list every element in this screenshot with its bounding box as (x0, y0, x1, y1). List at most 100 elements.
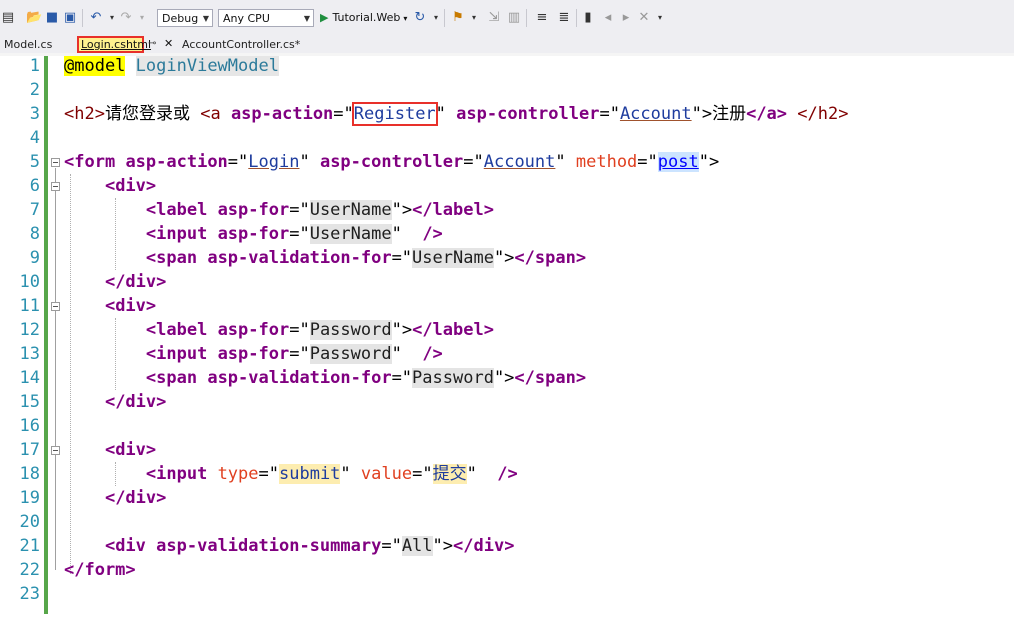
span-close-tag: </span> (514, 248, 587, 268)
code-line-11: <div> (64, 294, 156, 318)
div-close-tag: </div> (104, 392, 167, 412)
start-target-label: Tutorial.Web (332, 11, 401, 24)
code-line-3: <h2>请您登录或 <a asp-action="Register" asp-c… (64, 102, 849, 126)
redo-icon[interactable]: ↷ (118, 10, 134, 26)
next-bookmark-icon[interactable]: ▸ (618, 10, 634, 26)
uncomment-icon[interactable]: ≣ (556, 10, 572, 26)
username-value: UserName (309, 224, 392, 244)
tab-label: Model.cs (4, 38, 53, 51)
comment-icon[interactable]: ≡ (534, 10, 550, 26)
label-open-tag: <label (145, 200, 208, 220)
attr-method: method (575, 152, 638, 172)
login-action-value: Login (248, 152, 300, 172)
a-open-tag: <a (200, 104, 221, 124)
attr-asp-validation-summary: asp-validation-summary (156, 536, 382, 556)
code-line-21: <div asp-validation-summary="All"></div> (104, 536, 515, 556)
line-number: 15 (19, 392, 40, 412)
div-close-tag: </div> (104, 488, 167, 508)
attr-asp-for: asp-for (217, 320, 290, 340)
new-project-icon[interactable]: ▤ (0, 10, 16, 26)
redo-dropdown-icon[interactable]: ▾ (134, 10, 150, 26)
save-all-icon[interactable]: ▣ (62, 10, 78, 26)
collapse-div-icon[interactable] (51, 446, 60, 455)
browser-link-icon[interactable]: ⚑ (450, 10, 466, 26)
username-value: UserName (309, 200, 392, 220)
collapse-form-icon[interactable] (51, 158, 60, 167)
collapse-div-icon[interactable] (51, 302, 60, 311)
bookmark-icon[interactable]: ▮ (580, 10, 596, 26)
play-icon: ▶ (320, 11, 329, 24)
attr-asp-action: asp-action (125, 152, 228, 172)
span-open-tag: <span (145, 368, 198, 388)
platform-select[interactable]: Any CPU ▼ (218, 9, 314, 27)
input-open-tag: <input (145, 344, 208, 364)
toolbar-separator (576, 9, 577, 27)
tab-login-cshtml[interactable]: Login.cshtml (77, 36, 151, 53)
step-icon[interactable]: ⇲ (486, 10, 502, 26)
toolbar-overflow-icon[interactable]: ▾ (652, 10, 668, 26)
account-controller-value: Account (619, 104, 692, 124)
attr-asp-for: asp-for (217, 224, 290, 244)
tab-model-cs[interactable]: Model.cs (0, 36, 56, 53)
code-line-9: <span asp-validation-for="UserName"></sp… (145, 248, 587, 268)
line-number: 10 (19, 272, 40, 292)
code-line-15: </div> (64, 390, 166, 414)
tab-account-controller[interactable]: AccountController.cs* (178, 36, 305, 53)
line-number-gutter: 1 2 3 4 5 6 7 8 9 10 11 12 13 14 15 16 1… (0, 56, 44, 641)
attr-asp-controller: asp-controller (319, 152, 464, 172)
code-editor[interactable]: 1 2 3 4 5 6 7 8 9 10 11 12 13 14 15 16 1… (0, 56, 1014, 641)
refresh-icon[interactable]: ↻ (412, 10, 428, 26)
open-icon[interactable]: 📂 (26, 10, 42, 26)
attr-asp-controller: asp-controller (456, 104, 600, 124)
h2-open-tag: <h2> (64, 104, 105, 124)
register-action-value: Register (351, 102, 438, 126)
all-value: All (401, 536, 433, 556)
line-number: 17 (19, 440, 40, 460)
username-value: UserName (412, 248, 494, 268)
label-close-tag: </label> (412, 320, 494, 340)
collapse-div-icon[interactable] (51, 182, 60, 191)
h2-close-tag: </h2> (797, 104, 849, 124)
razor-model-keyword: @model (64, 56, 126, 76)
account-controller-value: Account (483, 152, 556, 172)
code-line-1: @model LoginViewModel (64, 54, 279, 78)
line-number: 8 (29, 224, 40, 244)
tab-label: Login.cshtml (81, 38, 152, 51)
refresh-dropdown-icon[interactable]: ▾ (428, 10, 444, 26)
line-number: 2 (29, 80, 40, 100)
h2-text: 请您登录或 (104, 104, 201, 124)
code-line-6: <div> (64, 174, 156, 198)
div-open-tag: <div> (104, 296, 157, 316)
clear-bookmarks-icon[interactable]: ✕ (636, 10, 652, 26)
code-line-14: <span asp-validation-for="Password"></sp… (145, 368, 587, 388)
input-open-tag: <input (145, 224, 208, 244)
window-icon[interactable]: ▥ (506, 10, 522, 26)
start-debugging-button[interactable]: ▶ Tutorial.Web ▾ (320, 9, 407, 27)
browser-link-dropdown-icon[interactable]: ▾ (466, 10, 482, 26)
attr-value: value (360, 464, 413, 484)
code-line-18: <input type="submit" value="提交" /> (145, 464, 518, 484)
line-number: 23 (19, 584, 40, 604)
line-number: 18 (19, 464, 40, 484)
undo-icon[interactable]: ↶ (88, 10, 104, 26)
code-line-8: <input asp-for="UserName" /> (145, 224, 443, 244)
prev-bookmark-icon[interactable]: ◂ (600, 10, 616, 26)
chevron-down-icon: ▼ (303, 14, 310, 23)
div-open-tag: <div> (104, 440, 157, 460)
code-line-13: <input asp-for="Password" /> (145, 344, 443, 364)
form-close-tag: </form> (64, 560, 136, 580)
pin-tab-icon[interactable]: ⊸ (148, 38, 156, 49)
code-line-22: </form> (64, 558, 136, 582)
close-tab-icon[interactable]: ✕ (164, 37, 173, 50)
line-number: 6 (29, 176, 40, 196)
link-text: 注册 (712, 104, 747, 124)
save-icon[interactable]: ■ (44, 10, 60, 26)
configuration-select[interactable]: Debug ▼ (157, 9, 213, 27)
attr-type: type (217, 464, 259, 484)
code-line-5: <form asp-action="Login" asp-controller=… (64, 152, 720, 172)
line-number: 5 (29, 152, 40, 172)
line-number: 1 (29, 56, 40, 76)
line-number: 22 (19, 560, 40, 580)
line-number: 9 (29, 248, 40, 268)
div-close-tag: </div> (453, 536, 515, 556)
